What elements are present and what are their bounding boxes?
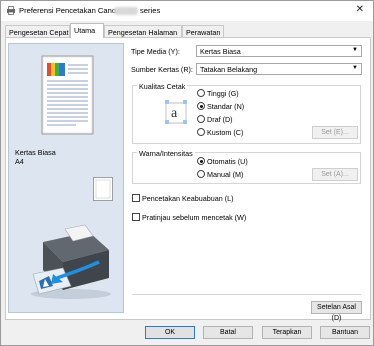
- tab-main[interactable]: Utama: [70, 23, 104, 38]
- preview-checkbox[interactable]: [132, 213, 140, 221]
- page-preview-icon: [41, 55, 94, 135]
- quality-custom-label: Kustom (C): [207, 128, 244, 137]
- quality-set-button[interactable]: Set (E)...: [312, 126, 358, 139]
- divider: [132, 294, 361, 295]
- quality-draft-radio[interactable]: [197, 115, 205, 123]
- color-auto-label: Otomatis (U): [207, 157, 248, 166]
- cancel-button[interactable]: Batal: [203, 326, 253, 339]
- tab-quick-setup[interactable]: Pengesetan Cepat: [5, 25, 70, 37]
- paper-source-select[interactable]: Tatakan Belakang ▼: [196, 63, 362, 75]
- preview-pane: Kertas Biasa A4: [8, 43, 124, 313]
- color-manual-radio[interactable]: [197, 170, 205, 178]
- quality-standard-label: Standar (N): [207, 102, 245, 111]
- print-quality-title: Kualitas Cetak: [137, 82, 188, 91]
- help-button[interactable]: Bantuan: [320, 326, 370, 339]
- defaults-button[interactable]: Setelan Asal (D): [311, 301, 362, 322]
- tab-maintenance[interactable]: Perawatan: [182, 25, 224, 37]
- ok-button[interactable]: OK: [145, 326, 195, 339]
- paper-size-summary: A4: [15, 157, 24, 166]
- color-intensity-title: Warna/Intensitas: [137, 149, 195, 158]
- color-manual-label: Manual (M): [207, 170, 244, 179]
- paper-orientation-icon: [93, 177, 113, 201]
- quality-standard-radio[interactable]: [197, 102, 205, 110]
- grayscale-checkbox[interactable]: [132, 194, 140, 202]
- quality-custom-radio[interactable]: [197, 128, 205, 136]
- title-bar: Preferensi Pencetakan Canon series ✕: [1, 1, 373, 21]
- chevron-down-icon: ▼: [352, 47, 358, 53]
- quality-high-radio[interactable]: [197, 89, 205, 97]
- media-type-label: Tipe Media (Y):: [131, 47, 180, 56]
- preview-before-print-label: Pratinjau sebelum mencetak (W): [142, 213, 247, 222]
- svg-text:a: a: [171, 106, 178, 121]
- chevron-down-icon: ▼: [352, 65, 358, 71]
- color-set-button[interactable]: Set (A)...: [312, 168, 358, 181]
- printer-illustration: [31, 224, 111, 299]
- paper-source-value: Tatakan Belakang: [200, 65, 258, 74]
- quality-high-label: Tinggi (G): [207, 89, 239, 98]
- redacted-model: [114, 7, 138, 15]
- paper-source-label: Sumber Kertas (R):: [131, 65, 193, 74]
- print-quality-icon: a: [165, 100, 187, 124]
- printer-icon: [7, 6, 15, 15]
- apply-button[interactable]: Terapkan: [262, 326, 312, 339]
- window-title-suffix: series: [140, 6, 161, 15]
- color-auto-radio[interactable]: [197, 157, 205, 165]
- quality-draft-label: Draf (D): [207, 115, 233, 124]
- tab-page-setup[interactable]: Pengesetan Halaman: [104, 25, 182, 37]
- print-preferences-window: Preferensi Pencetakan Canon series ✕ Pen…: [0, 0, 374, 346]
- close-icon[interactable]: ✕: [356, 4, 364, 15]
- window-title: Preferensi Pencetakan Canon: [19, 6, 121, 15]
- media-type-select[interactable]: Kertas Biasa ▼: [196, 45, 362, 57]
- media-type-value: Kertas Biasa: [200, 47, 241, 56]
- media-type-summary: Kertas Biasa: [15, 148, 56, 157]
- grayscale-label: Pencetakan Keabuabuan (L): [142, 194, 234, 203]
